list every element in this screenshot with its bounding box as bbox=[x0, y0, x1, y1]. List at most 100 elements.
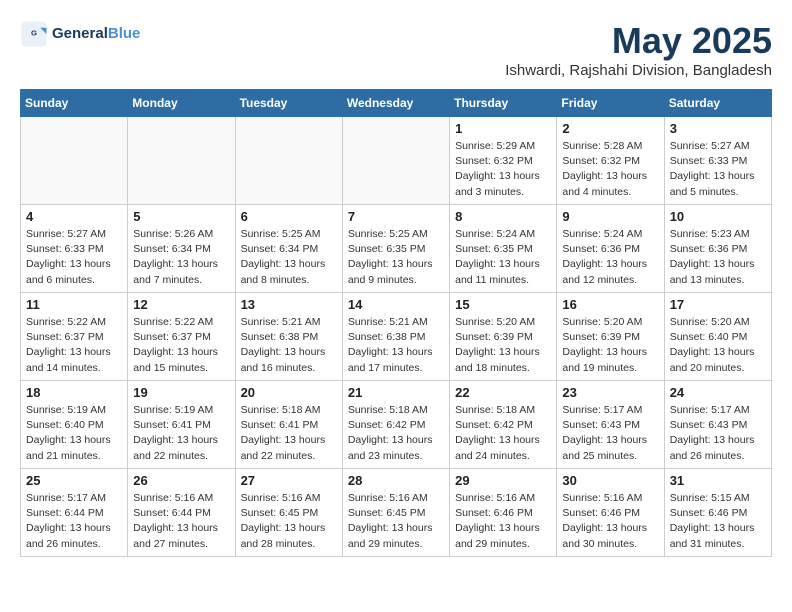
day-number: 4 bbox=[26, 209, 122, 224]
day-number: 25 bbox=[26, 473, 122, 488]
day-number: 11 bbox=[26, 297, 122, 312]
calendar-header-friday: Friday bbox=[557, 90, 664, 117]
day-info: Sunrise: 5:29 AM Sunset: 6:32 PM Dayligh… bbox=[455, 139, 551, 200]
day-info: Sunrise: 5:17 AM Sunset: 6:43 PM Dayligh… bbox=[562, 403, 658, 464]
day-number: 16 bbox=[562, 297, 658, 312]
title-area: May 2025 Ishwardi, Rajshahi Division, Ba… bbox=[505, 20, 772, 79]
logo-text: GeneralBlue bbox=[52, 25, 140, 43]
day-info: Sunrise: 5:26 AM Sunset: 6:34 PM Dayligh… bbox=[133, 227, 229, 288]
calendar-cell bbox=[21, 117, 128, 205]
calendar-cell: 20 Sunrise: 5:18 AM Sunset: 6:41 PM Dayli… bbox=[235, 381, 342, 469]
calendar-cell: 14Sunrise: 5:21 AM Sunset: 6:38 PM Dayli… bbox=[342, 293, 449, 381]
day-number: 27 bbox=[241, 473, 337, 488]
calendar-cell: 17Sunrise: 5:20 AM Sunset: 6:40 PM Dayli… bbox=[664, 293, 771, 381]
calendar-header-monday: Monday bbox=[128, 90, 235, 117]
logo: G GeneralBlue bbox=[20, 20, 140, 48]
calendar-table: SundayMondayTuesdayWednesdayThursdayFrid… bbox=[20, 89, 772, 557]
calendar-cell: 28Sunrise: 5:16 AM Sunset: 6:45 PM Dayli… bbox=[342, 469, 449, 557]
day-number: 13 bbox=[241, 297, 337, 312]
day-info: Sunrise: 5:25 AM Sunset: 6:35 PM Dayligh… bbox=[348, 227, 444, 288]
day-number: 12 bbox=[133, 297, 229, 312]
day-info: Sunrise: 5:24 AM Sunset: 6:35 PM Dayligh… bbox=[455, 227, 551, 288]
day-number: 6 bbox=[241, 209, 337, 224]
calendar-cell: 30Sunrise: 5:16 AM Sunset: 6:46 PM Dayli… bbox=[557, 469, 664, 557]
day-number: 18 bbox=[26, 385, 122, 400]
day-info: Sunrise: 5:16 AM Sunset: 6:45 PM Dayligh… bbox=[348, 491, 444, 552]
day-number: 8 bbox=[455, 209, 551, 224]
day-info: Sunrise: 5:22 AM Sunset: 6:37 PM Dayligh… bbox=[133, 315, 229, 376]
day-number: 31 bbox=[670, 473, 766, 488]
day-number: 5 bbox=[133, 209, 229, 224]
calendar-cell: 24 Sunrise: 5:17 AM Sunset: 6:43 PM Dayli… bbox=[664, 381, 771, 469]
calendar-cell: 8 Sunrise: 5:24 AM Sunset: 6:35 PM Daylig… bbox=[450, 205, 557, 293]
day-number: 21 bbox=[348, 385, 444, 400]
day-info: Sunrise: 5:18 AM Sunset: 6:41 PM Dayligh… bbox=[241, 403, 337, 464]
calendar-header-thursday: Thursday bbox=[450, 90, 557, 117]
svg-text:G: G bbox=[31, 29, 37, 38]
day-info: Sunrise: 5:16 AM Sunset: 6:45 PM Dayligh… bbox=[241, 491, 337, 552]
calendar-header-row: SundayMondayTuesdayWednesdayThursdayFrid… bbox=[21, 90, 772, 117]
day-number: 20 bbox=[241, 385, 337, 400]
day-info: Sunrise: 5:18 AM Sunset: 6:42 PM Dayligh… bbox=[348, 403, 444, 464]
day-info: Sunrise: 5:16 AM Sunset: 6:46 PM Dayligh… bbox=[562, 491, 658, 552]
day-number: 2 bbox=[562, 121, 658, 136]
day-info: Sunrise: 5:27 AM Sunset: 6:33 PM Dayligh… bbox=[26, 227, 122, 288]
calendar-cell: 1Sunrise: 5:29 AM Sunset: 6:32 PM Daylig… bbox=[450, 117, 557, 205]
day-number: 10 bbox=[670, 209, 766, 224]
day-number: 29 bbox=[455, 473, 551, 488]
day-info: Sunrise: 5:18 AM Sunset: 6:42 PM Dayligh… bbox=[455, 403, 551, 464]
calendar-header-tuesday: Tuesday bbox=[235, 90, 342, 117]
calendar-cell: 19Sunrise: 5:19 AM Sunset: 6:41 PM Dayli… bbox=[128, 381, 235, 469]
calendar-cell: 16 Sunrise: 5:20 AM Sunset: 6:39 PM Dayli… bbox=[557, 293, 664, 381]
calendar-cell: 13 Sunrise: 5:21 AM Sunset: 6:38 PM Dayli… bbox=[235, 293, 342, 381]
day-info: Sunrise: 5:20 AM Sunset: 6:39 PM Dayligh… bbox=[562, 315, 658, 376]
calendar-cell: 25 Sunrise: 5:17 AM Sunset: 6:44 PM Dayli… bbox=[21, 469, 128, 557]
day-info: Sunrise: 5:17 AM Sunset: 6:43 PM Dayligh… bbox=[670, 403, 766, 464]
day-info: Sunrise: 5:22 AM Sunset: 6:37 PM Dayligh… bbox=[26, 315, 122, 376]
day-info: Sunrise: 5:25 AM Sunset: 6:34 PM Dayligh… bbox=[241, 227, 337, 288]
day-info: Sunrise: 5:24 AM Sunset: 6:36 PM Dayligh… bbox=[562, 227, 658, 288]
day-info: Sunrise: 5:19 AM Sunset: 6:40 PM Dayligh… bbox=[26, 403, 122, 464]
day-info: Sunrise: 5:17 AM Sunset: 6:44 PM Dayligh… bbox=[26, 491, 122, 552]
day-info: Sunrise: 5:20 AM Sunset: 6:39 PM Dayligh… bbox=[455, 315, 551, 376]
calendar-cell: 22 Sunrise: 5:18 AM Sunset: 6:42 PM Dayli… bbox=[450, 381, 557, 469]
day-info: Sunrise: 5:16 AM Sunset: 6:44 PM Dayligh… bbox=[133, 491, 229, 552]
day-info: Sunrise: 5:16 AM Sunset: 6:46 PM Dayligh… bbox=[455, 491, 551, 552]
calendar-cell: 6 Sunrise: 5:25 AM Sunset: 6:34 PM Daylig… bbox=[235, 205, 342, 293]
day-info: Sunrise: 5:20 AM Sunset: 6:40 PM Dayligh… bbox=[670, 315, 766, 376]
day-number: 15 bbox=[455, 297, 551, 312]
week-row-4: 18 Sunrise: 5:19 AM Sunset: 6:40 PM Dayli… bbox=[21, 381, 772, 469]
day-number: 19 bbox=[133, 385, 229, 400]
day-number: 22 bbox=[455, 385, 551, 400]
page-header: G GeneralBlue May 2025 Ishwardi, Rajshah… bbox=[20, 20, 772, 79]
calendar-cell: 12 Sunrise: 5:22 AM Sunset: 6:37 PM Dayli… bbox=[128, 293, 235, 381]
day-number: 7 bbox=[348, 209, 444, 224]
calendar-cell: 5 Sunrise: 5:26 AM Sunset: 6:34 PM Daylig… bbox=[128, 205, 235, 293]
day-number: 26 bbox=[133, 473, 229, 488]
day-info: Sunrise: 5:15 AM Sunset: 6:46 PM Dayligh… bbox=[670, 491, 766, 552]
day-info: Sunrise: 5:23 AM Sunset: 6:36 PM Dayligh… bbox=[670, 227, 766, 288]
calendar-cell: 23 Sunrise: 5:17 AM Sunset: 6:43 PM Dayli… bbox=[557, 381, 664, 469]
day-info: Sunrise: 5:21 AM Sunset: 6:38 PM Dayligh… bbox=[241, 315, 337, 376]
day-number: 24 bbox=[670, 385, 766, 400]
calendar-cell bbox=[342, 117, 449, 205]
calendar-cell: 29 Sunrise: 5:16 AM Sunset: 6:46 PM Dayli… bbox=[450, 469, 557, 557]
logo-icon: G bbox=[20, 20, 48, 48]
day-info: Sunrise: 5:28 AM Sunset: 6:32 PM Dayligh… bbox=[562, 139, 658, 200]
calendar-cell bbox=[235, 117, 342, 205]
calendar-cell bbox=[128, 117, 235, 205]
calendar-cell: 9 Sunrise: 5:24 AM Sunset: 6:36 PM Daylig… bbox=[557, 205, 664, 293]
day-number: 3 bbox=[670, 121, 766, 136]
calendar-cell: 31 Sunrise: 5:15 AM Sunset: 6:46 PM Dayli… bbox=[664, 469, 771, 557]
calendar-header-saturday: Saturday bbox=[664, 90, 771, 117]
calendar-cell: 7 Sunrise: 5:25 AM Sunset: 6:35 PM Daylig… bbox=[342, 205, 449, 293]
calendar-cell: 27 Sunrise: 5:16 AM Sunset: 6:45 PM Dayli… bbox=[235, 469, 342, 557]
calendar-cell: 10 Sunrise: 5:23 AM Sunset: 6:36 PM Dayli… bbox=[664, 205, 771, 293]
calendar-cell: 18 Sunrise: 5:19 AM Sunset: 6:40 PM Dayli… bbox=[21, 381, 128, 469]
calendar-cell: 15 Sunrise: 5:20 AM Sunset: 6:39 PM Dayli… bbox=[450, 293, 557, 381]
day-number: 9 bbox=[562, 209, 658, 224]
subtitle: Ishwardi, Rajshahi Division, Bangladesh bbox=[505, 62, 772, 79]
day-number: 23 bbox=[562, 385, 658, 400]
calendar-cell: 11 Sunrise: 5:22 AM Sunset: 6:37 PM Dayli… bbox=[21, 293, 128, 381]
day-info: Sunrise: 5:21 AM Sunset: 6:38 PM Dayligh… bbox=[348, 315, 444, 376]
